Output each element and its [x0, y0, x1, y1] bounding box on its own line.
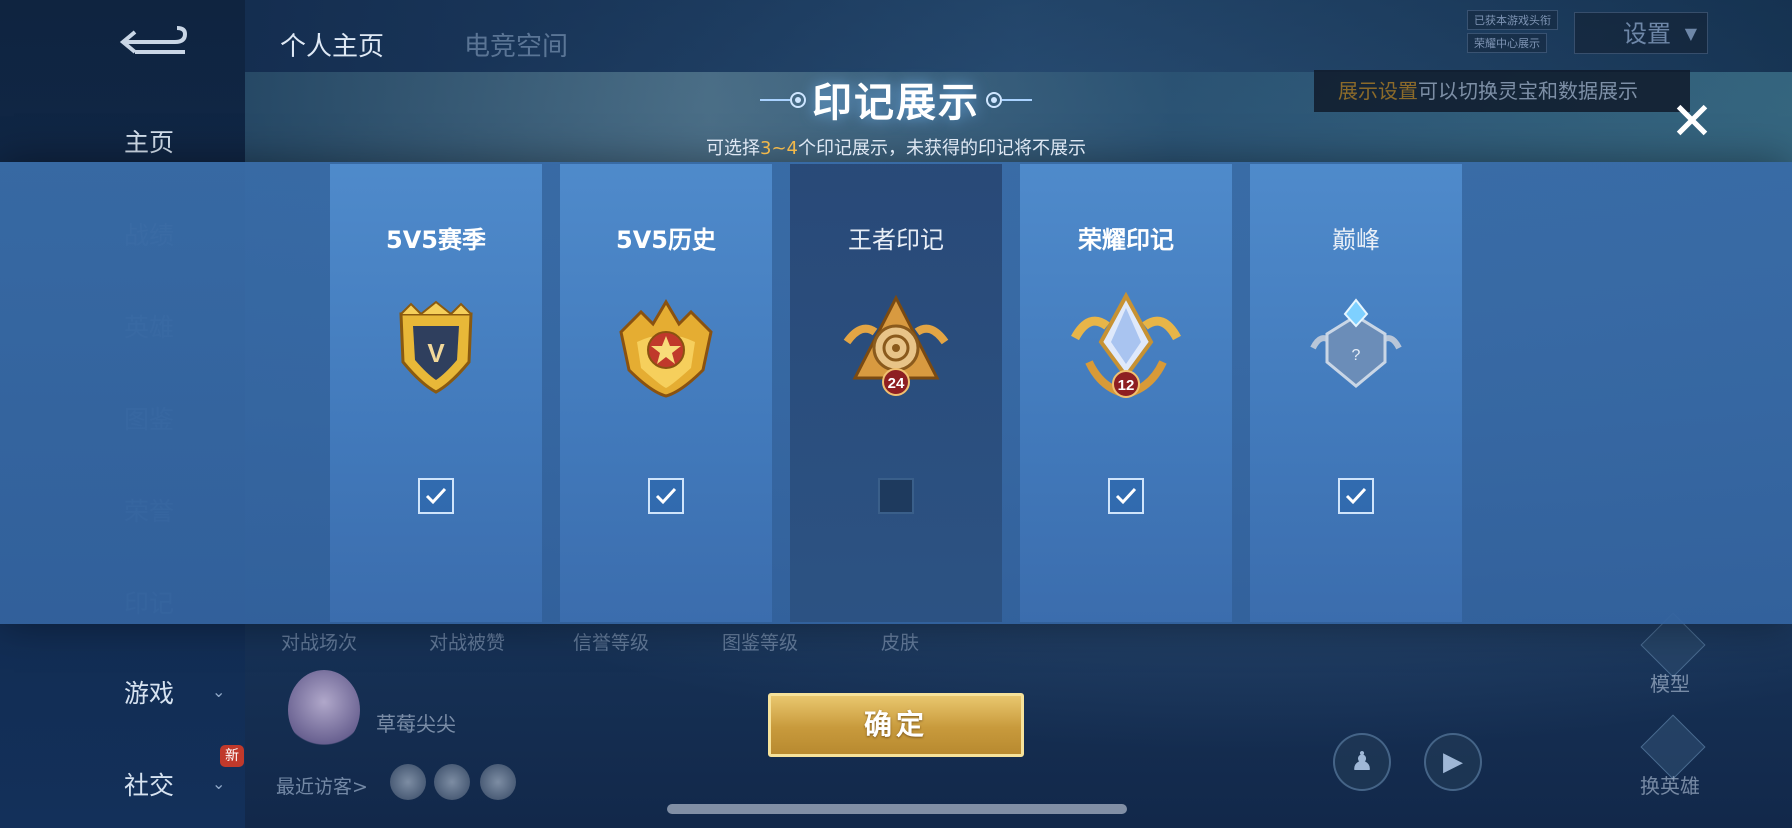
play-button[interactable]: ▶ [1424, 733, 1482, 791]
card-title: 5V5赛季 [386, 226, 486, 254]
visitor-avatar[interactable] [434, 764, 470, 800]
settings-label: 设置 [1623, 20, 1671, 48]
history-star-crown-emblem-icon [611, 292, 721, 402]
title-tag: 已获本游戏头衔 [1467, 10, 1558, 30]
title-ornament-right-icon [986, 92, 1032, 108]
action-figure-button[interactable]: ♟ [1333, 733, 1391, 791]
play-icon: ▶ [1443, 747, 1463, 777]
close-icon: ✕ [1670, 92, 1714, 152]
mark-card-glory[interactable]: 荣耀印记 12 [1020, 164, 1232, 622]
checkmark-icon [1115, 487, 1137, 505]
avatar[interactable] [288, 670, 360, 750]
mark-card-king[interactable]: 王者印记 24 [790, 164, 1002, 622]
chevron-down-icon: ▼ [1684, 24, 1697, 43]
checkmark-icon [655, 487, 677, 505]
mark-card-5v5-history[interactable]: 5V5历史 [560, 164, 772, 622]
card-checkbox[interactable] [648, 478, 684, 514]
modal-title: 印记展示 [812, 80, 980, 126]
emblem-text: 24 [888, 375, 905, 392]
card-title: 5V5历史 [616, 226, 716, 254]
emblem-text: ? [1352, 347, 1361, 364]
tab-profile-home[interactable]: 个人主页 [280, 26, 384, 63]
card-title: 荣耀印记 [1078, 226, 1174, 254]
confirm-button[interactable]: 确定 [768, 693, 1024, 757]
recent-visitors-link[interactable]: 最近访客> [276, 772, 368, 799]
season-shield-emblem-icon: V [381, 292, 491, 402]
mark-card-5v5-season[interactable]: 5V5赛季 V [330, 164, 542, 622]
back-arrow-icon [119, 26, 188, 54]
card-checkbox[interactable] [878, 478, 914, 514]
mark-card-peak[interactable]: 巅峰 ? [1250, 164, 1462, 622]
person-icon: ♟ [1350, 747, 1374, 777]
subtitle-highlight: 3~4 [760, 138, 798, 159]
stat-label-matches: 对战场次 [281, 632, 358, 654]
checkmark-icon [425, 487, 447, 505]
tab-esports-space[interactable]: 电竞空间 [464, 26, 568, 63]
glory-mark-emblem-icon: 12 [1071, 291, 1181, 402]
card-checkbox[interactable] [1108, 478, 1144, 514]
stat-label-likes: 对战被赞 [429, 632, 506, 654]
stat-label-codex-level: 图鉴等级 [722, 632, 799, 654]
subtitle-prefix: 可选择 [706, 138, 760, 159]
visitor-avatar[interactable] [480, 764, 516, 800]
sidebar-item-game[interactable]: 游戏 [124, 674, 174, 710]
card-checkbox[interactable] [1338, 478, 1374, 514]
checkmark-icon [1345, 487, 1367, 505]
honor-tag: 荣耀中心展示 [1467, 33, 1547, 53]
chevron-down-icon: ⌄ [212, 682, 226, 701]
stat-label-skins: 皮肤 [881, 632, 920, 654]
settings-dropdown[interactable]: 设置 ▼ [1574, 12, 1708, 54]
card-checkbox[interactable] [418, 478, 454, 514]
king-mark-emblem-icon: 24 [841, 292, 951, 402]
sidebar-item-social[interactable]: 社交 [124, 766, 174, 802]
swap-hero-label: 换英雄 [1640, 774, 1700, 798]
emblem-text: V [427, 338, 445, 368]
card-title: 巅峰 [1332, 226, 1380, 254]
new-badge: 新 [220, 745, 244, 767]
model-label: 模型 [1650, 672, 1690, 696]
subtitle-suffix: 个印记展示，未获得的印记将不展示 [798, 138, 1086, 159]
home-indicator [667, 804, 1127, 814]
player-name: 草莓尖尖 [376, 712, 456, 736]
close-button[interactable]: ✕ [1666, 96, 1718, 148]
modal-subtitle: 可选择3~4个印记展示，未获得的印记将不展示 [0, 134, 1792, 160]
stat-label-credit: 信誉等级 [573, 632, 650, 654]
chevron-down-icon: ⌄ [212, 774, 226, 793]
visitor-avatar[interactable] [390, 764, 426, 800]
peak-emblem-icon: ? [1301, 292, 1411, 402]
card-title: 王者印记 [848, 226, 944, 254]
emblem-text: 12 [1118, 377, 1135, 394]
back-button[interactable] [115, 22, 191, 58]
